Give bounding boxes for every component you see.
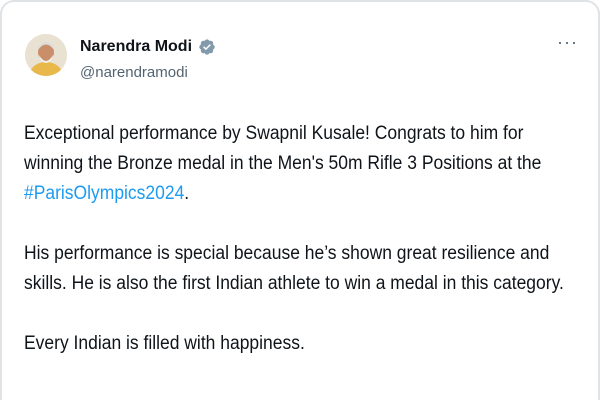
- more-options-icon[interactable]: ···: [557, 32, 578, 53]
- avatar-photo-icon: [25, 34, 67, 76]
- hashtag-link[interactable]: #ParisOlympics2024: [24, 183, 184, 204]
- verified-badge-icon: [198, 38, 216, 56]
- author-display-name[interactable]: Narendra Modi: [80, 38, 192, 56]
- tweet-paragraph-1-end: .: [184, 183, 190, 204]
- author-handle[interactable]: @narendramodi: [80, 64, 188, 81]
- tweet-paragraph-1: Exceptional performance by Swapnil Kusal…: [24, 119, 583, 209]
- tweet-paragraph-3: Every Indian is filled with happiness.: [24, 333, 305, 354]
- tweet-card: Narendra Modi @narendramodi ··· Exceptio…: [0, 0, 600, 400]
- tweet-paragraph-2: His performance is special because he’s …: [24, 243, 564, 294]
- author-avatar[interactable]: [25, 34, 67, 76]
- tweet-paragraph-1-text: Exceptional performance by Swapnil Kusal…: [24, 123, 542, 174]
- tweet-body: Exceptional performance by Swapnil Kusal…: [24, 119, 583, 389]
